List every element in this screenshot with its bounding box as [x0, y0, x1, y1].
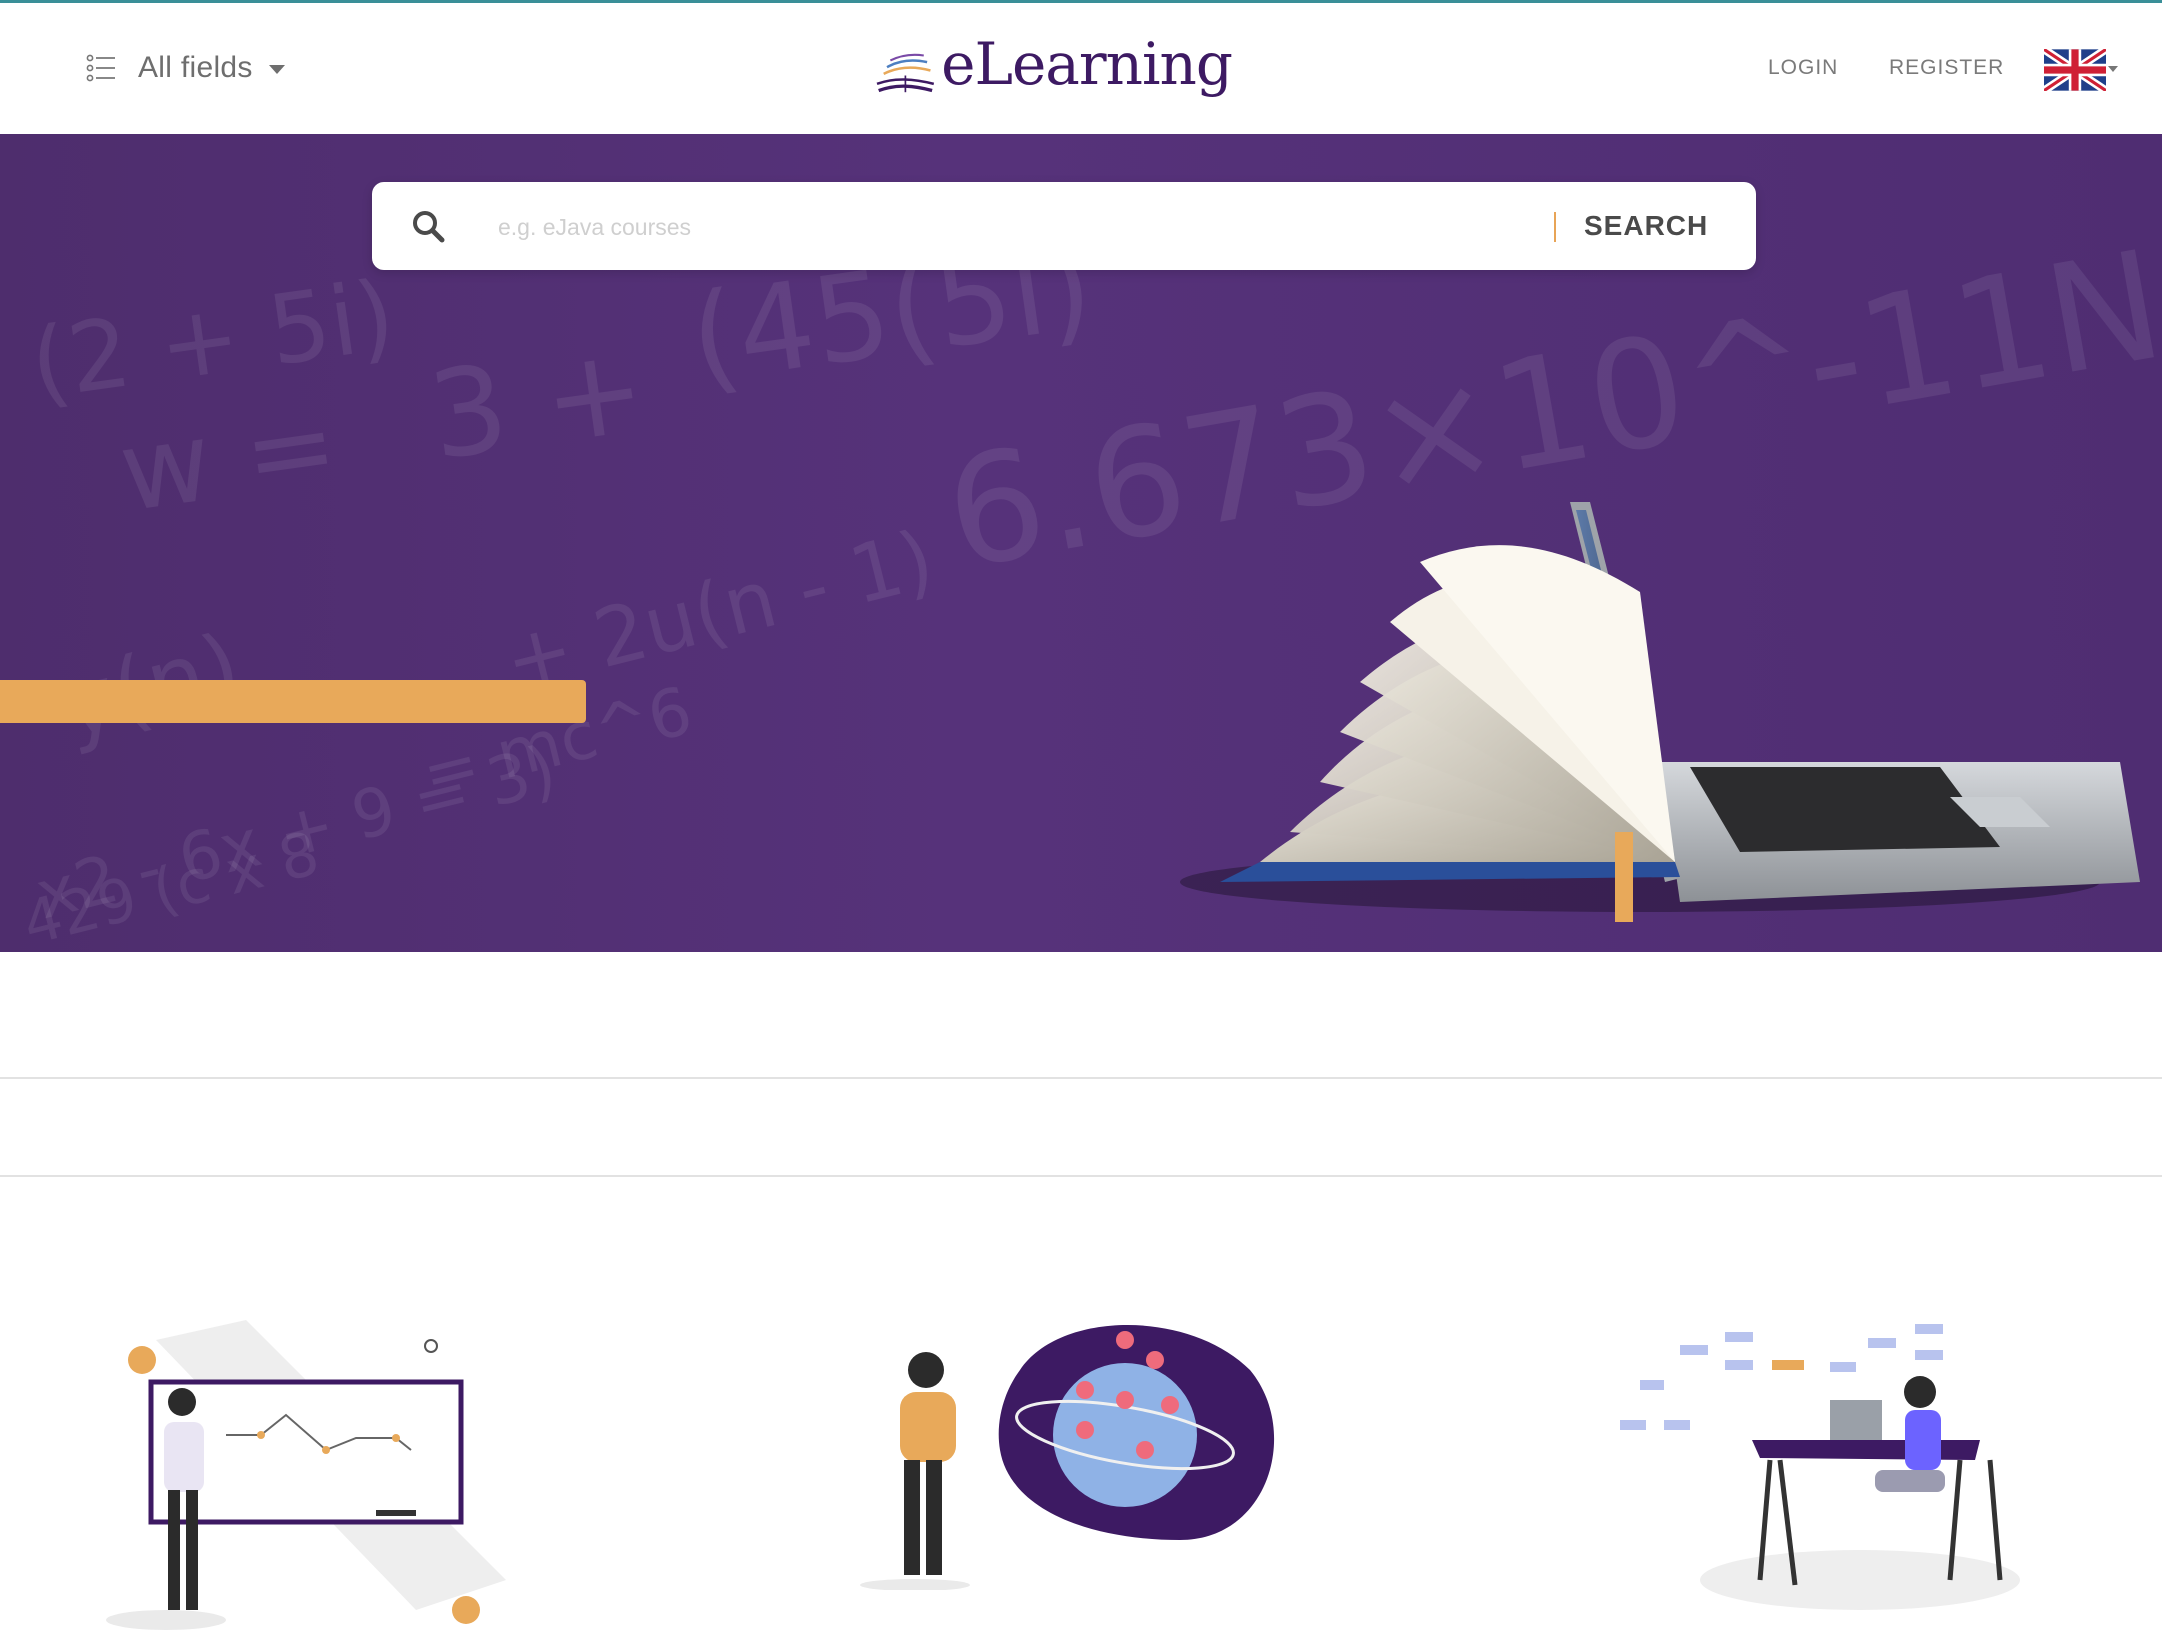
- list-icon: [86, 54, 115, 82]
- globe-illustration: [860, 1325, 1275, 1590]
- search-bar: SEARCH: [372, 182, 1756, 270]
- search-divider: [1554, 212, 1556, 242]
- register-link[interactable]: REGISTER: [1889, 56, 2004, 80]
- section-divider: [0, 1077, 2162, 1079]
- book-laptop-image: [1180, 502, 2140, 922]
- site-logo[interactable]: eLearning: [872, 30, 1233, 105]
- book-logo-icon: [876, 53, 935, 93]
- hero-banner: (2 + 5i) w = 3 + (45(5i) 6.673×10^-11N +…: [0, 134, 2162, 952]
- hero-accent-bar: [0, 680, 586, 723]
- all-fields-label: All fields: [138, 51, 253, 84]
- login-link[interactable]: LOGIN: [1768, 56, 1838, 80]
- desk-illustration: [1620, 1324, 2020, 1610]
- presentation-illustration: [106, 1320, 506, 1630]
- chevron-down-icon: [268, 65, 285, 74]
- section-divider: [0, 1175, 2162, 1177]
- search-icon[interactable]: [410, 208, 446, 244]
- logo-text: eLearning: [941, 30, 1233, 98]
- hero-math-text: 3 +: [421, 319, 654, 488]
- all-fields-dropdown[interactable]: All fields: [86, 48, 285, 88]
- search-button[interactable]: SEARCH: [1584, 210, 1708, 242]
- site-header: All fields eLearning LOGIN REGISTER: [0, 3, 2162, 134]
- uk-flag-icon[interactable]: [2044, 49, 2106, 91]
- language-caret-icon[interactable]: [2108, 66, 2118, 72]
- search-input[interactable]: [496, 202, 1400, 252]
